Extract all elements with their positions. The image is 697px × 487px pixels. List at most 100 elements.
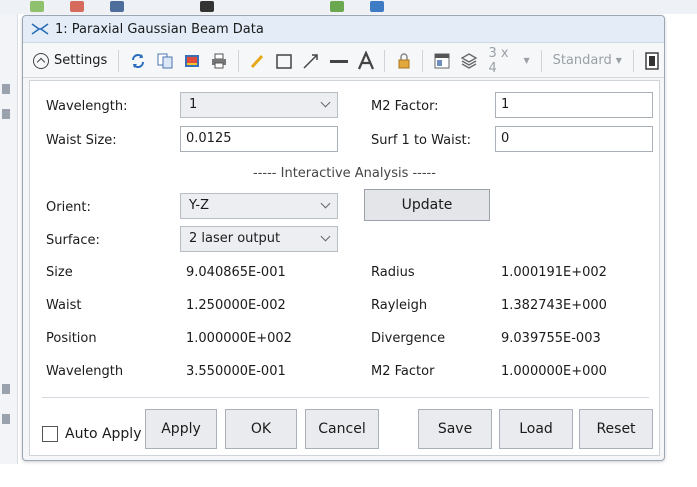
background-app-sidebar xyxy=(0,14,18,464)
beam-icon xyxy=(31,22,49,36)
orient-select-value: Y-Z xyxy=(189,198,209,213)
export-icon xyxy=(183,52,201,70)
result-label: M2 Factor xyxy=(371,364,434,379)
lock-button[interactable] xyxy=(392,49,415,73)
chevron-down-icon xyxy=(321,199,331,209)
cancel-button[interactable]: Cancel xyxy=(305,409,379,449)
background-app-icon xyxy=(110,1,124,12)
arrow-button[interactable] xyxy=(300,49,323,73)
orient-label: Orient: xyxy=(46,200,91,215)
background-app-icon xyxy=(200,1,214,12)
result-value: 1.250000E-002 xyxy=(186,298,286,313)
toolbar-divider xyxy=(118,50,119,72)
settings-button[interactable]: Settings xyxy=(29,49,111,73)
layout-dropdown[interactable]: 3 x 4 ▼ xyxy=(485,49,534,73)
wavelength-label: Wavelength: xyxy=(46,99,128,114)
text-icon xyxy=(356,51,376,71)
caret-down-icon: ▼ xyxy=(616,56,622,65)
gaussian-beam-window: 1: Paraxial Gaussian Beam Data Settings xyxy=(22,15,665,461)
result-value: 3.550000E-001 xyxy=(186,364,286,379)
exit-button[interactable] xyxy=(641,49,664,73)
copy-button[interactable] xyxy=(153,49,176,73)
result-value: 9.040865E-001 xyxy=(186,265,286,280)
ok-button[interactable]: OK xyxy=(225,409,297,449)
layers-button[interactable] xyxy=(457,49,480,73)
result-label: Rayleigh xyxy=(371,298,427,313)
result-value: 1.000191E+002 xyxy=(501,265,607,280)
window-icon xyxy=(433,52,451,70)
caret-down-icon: ▼ xyxy=(523,56,529,65)
result-label: Divergence xyxy=(371,331,445,346)
wavelength-select[interactable]: 1 xyxy=(180,92,338,118)
text-button[interactable] xyxy=(354,49,377,73)
result-label: Size xyxy=(46,265,73,280)
background-app-icon xyxy=(30,1,44,12)
layers-icon xyxy=(460,52,478,70)
surf1-to-waist-label: Surf 1 to Waist: xyxy=(371,133,471,148)
window-title: 1: Paraxial Gaussian Beam Data xyxy=(55,22,264,37)
wavelength-select-value: 1 xyxy=(189,97,197,112)
background-app-mark xyxy=(2,84,10,94)
toolbar-divider xyxy=(238,50,239,72)
surface-label: Surface: xyxy=(46,233,100,248)
pencil-button[interactable] xyxy=(246,49,269,73)
toolbar-divider xyxy=(541,50,542,72)
auto-apply-label: Auto Apply xyxy=(65,426,141,442)
apply-button[interactable]: Apply xyxy=(145,409,217,449)
print-button[interactable] xyxy=(208,49,231,73)
style-dropdown[interactable]: Standard ▼ xyxy=(549,49,626,73)
refresh-icon xyxy=(129,52,147,70)
reset-button[interactable]: Reset xyxy=(579,409,653,449)
chevron-down-icon xyxy=(321,98,331,108)
exit-icon xyxy=(644,52,660,70)
orient-select[interactable]: Y-Z xyxy=(180,193,338,219)
load-button[interactable]: Load xyxy=(499,409,573,449)
toolbar-divider xyxy=(384,50,385,72)
background-app-icon xyxy=(370,1,384,12)
chevron-down-icon xyxy=(321,232,331,242)
m2-factor-input[interactable]: 1 xyxy=(495,92,653,118)
export-button[interactable] xyxy=(181,49,204,73)
toolbar: Settings xyxy=(23,44,664,78)
m2-factor-label: M2 Factor: xyxy=(371,99,439,114)
background-app-icon xyxy=(70,1,84,12)
lock-icon xyxy=(395,52,413,70)
rectangle-icon xyxy=(275,52,293,70)
interactive-analysis-heading: ----- Interactive Analysis ----- xyxy=(30,166,659,181)
chevron-up-icon xyxy=(33,53,49,69)
footer-divider xyxy=(42,397,649,398)
settings-label: Settings xyxy=(54,53,107,68)
save-button[interactable]: Save xyxy=(418,409,492,449)
window-titlebar[interactable]: 1: Paraxial Gaussian Beam Data xyxy=(23,16,664,43)
copy-icon xyxy=(156,52,174,70)
auto-apply-checkbox[interactable]: Auto Apply xyxy=(42,426,141,442)
background-app-toolbar xyxy=(0,0,697,14)
window-button[interactable] xyxy=(430,49,453,73)
background-app-mark xyxy=(2,414,10,424)
rectangle-button[interactable] xyxy=(273,49,296,73)
toolbar-divider xyxy=(633,50,634,72)
background-app-icon xyxy=(330,1,344,12)
line-icon xyxy=(329,52,349,70)
result-value: 9.039755E-003 xyxy=(501,331,601,346)
update-button[interactable]: Update xyxy=(364,189,490,221)
surface-select[interactable]: 2 laser output xyxy=(180,226,338,252)
result-value: 1.000000E+000 xyxy=(501,364,607,379)
surf1-to-waist-input[interactable]: 0 xyxy=(495,126,653,152)
background-app-mark xyxy=(2,109,10,119)
pencil-icon xyxy=(248,52,266,70)
waist-size-label: Waist Size: xyxy=(46,133,117,148)
refresh-button[interactable] xyxy=(126,49,149,73)
result-value: 1.000000E+002 xyxy=(186,331,292,346)
checkbox-box xyxy=(42,426,58,442)
result-label: Position xyxy=(46,331,97,346)
settings-panel: Wavelength: 1 M2 Factor: 1 Waist Size: 0… xyxy=(29,80,660,456)
style-dropdown-value: Standard xyxy=(553,53,612,68)
line-button[interactable] xyxy=(327,49,350,73)
result-value: 1.382743E+000 xyxy=(501,298,607,313)
layout-dropdown-value: 3 x 4 xyxy=(489,46,520,76)
waist-size-input[interactable]: 0.0125 xyxy=(180,126,338,152)
surface-select-value: 2 laser output xyxy=(189,231,280,246)
toolbar-divider xyxy=(422,50,423,72)
result-label: Radius xyxy=(371,265,415,280)
